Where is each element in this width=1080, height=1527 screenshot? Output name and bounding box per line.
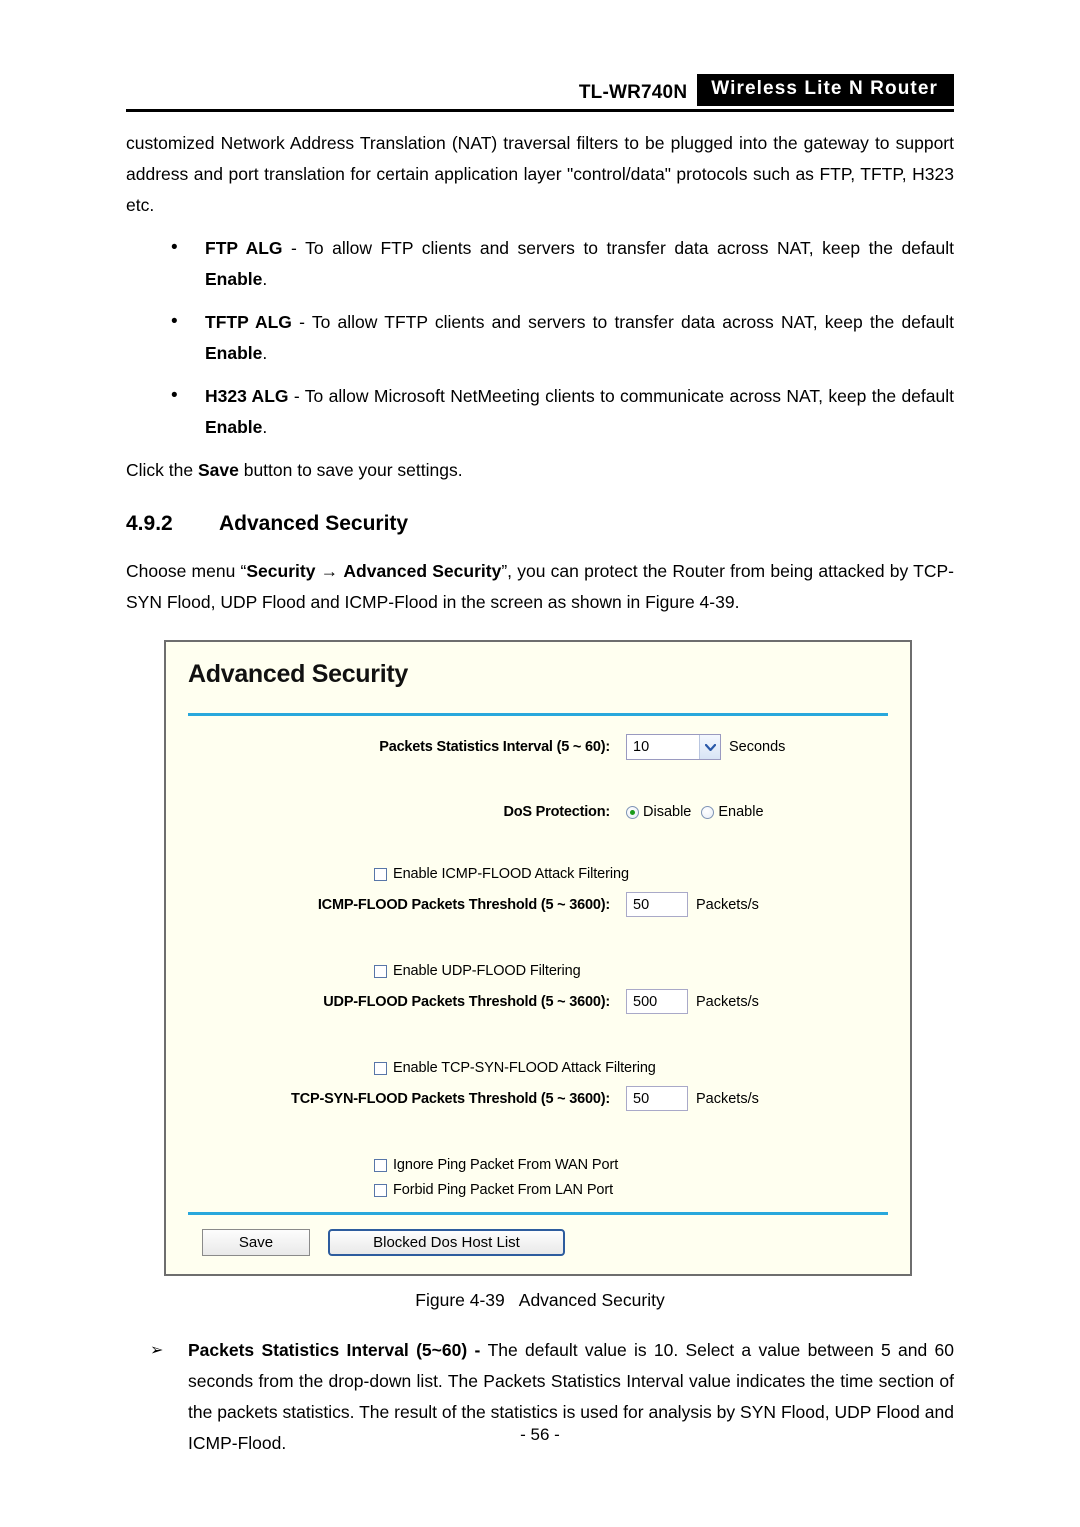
ignore-ping-wan-row[interactable]: Ignore Ping Packet From WAN Port: [166, 1157, 910, 1173]
menu-path-security: Security: [246, 561, 316, 581]
tcp-threshold-input[interactable]: 50: [626, 1086, 688, 1111]
figure-title: Advanced Security: [518, 1290, 665, 1310]
menu-path-advanced-security: Advanced Security: [343, 561, 502, 581]
alg-bullet-list: FTP ALG - To allow FTP clients and serve…: [126, 232, 954, 443]
click-save-before: Click the: [126, 460, 198, 480]
udp-flood-checkbox-row[interactable]: Enable UDP-FLOOD Filtering: [166, 963, 910, 979]
udp-flood-checkbox-label: Enable UDP-FLOOD Filtering: [393, 963, 581, 979]
dos-protection-row: DoS Protection: Disable Enable: [166, 804, 910, 820]
section-number: 4.9.2: [126, 512, 173, 535]
icmp-threshold-unit: Packets/s: [696, 896, 759, 913]
tcp-threshold-label: TCP-SYN-FLOOD Packets Threshold (5 ~ 360…: [291, 1090, 610, 1107]
page-footer: - 56 -: [0, 1425, 1080, 1445]
udp-threshold-label: UDP-FLOOD Packets Threshold (5 ~ 3600):: [323, 993, 610, 1010]
udp-threshold-unit: Packets/s: [696, 993, 759, 1010]
forbid-ping-lan-label: Forbid Ping Packet From LAN Port: [393, 1182, 614, 1198]
page-number: - 56 -: [520, 1425, 560, 1444]
intro-paragraph: customized Network Address Translation (…: [126, 133, 954, 215]
click-save-after: button to save your settings.: [238, 460, 463, 480]
forbid-ping-lan-row[interactable]: Forbid Ping Packet From LAN Port: [166, 1182, 910, 1198]
panel-title: Advanced Security: [188, 660, 408, 688]
dos-enable-label: Enable: [718, 804, 764, 820]
bullet-term: H323 ALG: [205, 386, 289, 406]
header-rule: [126, 109, 954, 112]
figure-number: Figure 4-39: [415, 1290, 505, 1310]
bullet-emphasis: Enable: [205, 343, 263, 363]
bullet-text: To allow FTP clients and servers to tran…: [305, 238, 954, 258]
save-button[interactable]: Save: [202, 1229, 310, 1256]
bullet-emphasis: Enable: [205, 269, 263, 289]
figure-caption: Figure 4-39 Advanced Security: [126, 1290, 954, 1311]
bullet-emphasis: Enable: [205, 417, 263, 437]
list-item: FTP ALG - To allow FTP clients and serve…: [126, 232, 954, 295]
click-save-paragraph: Click the Save button to save your setti…: [126, 455, 954, 486]
tcp-threshold-unit: Packets/s: [696, 1090, 759, 1107]
param-dash: -: [467, 1340, 488, 1360]
bullet-text-end: .: [262, 269, 268, 289]
packets-statistics-interval-row: Packets Statistics Interval (5 ~ 60): 10…: [166, 734, 910, 760]
choose-menu-prefix: Choose menu “: [126, 561, 247, 581]
page-header: TL-WR740N Wireless Lite N Router: [126, 74, 954, 112]
panel-divider-top: [188, 713, 888, 716]
param-term: Packets Statistics Interval (5~60): [188, 1340, 468, 1360]
bullet-term: FTP ALG: [205, 238, 283, 258]
bullet-text-end: .: [262, 343, 268, 363]
icmp-flood-checkbox-row[interactable]: Enable ICMP-FLOOD Attack Filtering: [166, 866, 910, 882]
forbid-ping-lan-checkbox[interactable]: [374, 1183, 387, 1197]
dos-protection-radio-group: Disable Enable: [626, 804, 774, 820]
icmp-flood-checkbox-label: Enable ICMP-FLOOD Attack Filtering: [393, 866, 629, 882]
dos-enable-radio[interactable]: Enable: [701, 804, 764, 820]
icmp-threshold-input[interactable]: 50: [626, 892, 688, 917]
router-model-name: TL-WR740N: [578, 82, 688, 103]
udp-flood-checkbox[interactable]: [374, 964, 387, 978]
udp-threshold-row: UDP-FLOOD Packets Threshold (5 ~ 3600): …: [166, 989, 910, 1014]
chevron-down-icon[interactable]: [699, 735, 720, 759]
bullet-term: TFTP ALG: [205, 312, 292, 332]
click-save-bold: Save: [197, 460, 239, 480]
dos-disable-radio[interactable]: Disable: [626, 804, 691, 820]
bullet-text: To allow TFTP clients and servers to tra…: [311, 312, 954, 332]
panel-button-row: Save Blocked Dos Host List: [166, 1215, 910, 1274]
tcp-threshold-row: TCP-SYN-FLOOD Packets Threshold (5 ~ 360…: [166, 1086, 910, 1111]
blocked-dos-host-list-button[interactable]: Blocked Dos Host List: [328, 1229, 565, 1256]
udp-threshold-input[interactable]: 500: [626, 989, 688, 1014]
advanced-security-panel: Advanced Security Packets Statistics Int…: [164, 640, 912, 1276]
list-item: TFTP ALG - To allow TFTP clients and ser…: [126, 306, 954, 369]
dos-protection-label: DoS Protection:: [503, 804, 610, 820]
page-content: customized Network Address Translation (…: [126, 128, 954, 1459]
packets-interval-unit: Seconds: [729, 739, 786, 755]
radio-selected-icon[interactable]: [626, 805, 639, 819]
ignore-ping-wan-checkbox[interactable]: [374, 1158, 387, 1172]
packets-interval-select[interactable]: 10: [626, 734, 721, 760]
bullet-dash: -: [291, 312, 312, 332]
menu-arrow: →: [315, 561, 344, 581]
tcp-syn-flood-checkbox[interactable]: [374, 1061, 387, 1075]
icmp-flood-checkbox[interactable]: [374, 867, 387, 881]
section-title: Advanced Security: [219, 512, 409, 535]
icmp-threshold-label: ICMP-FLOOD Packets Threshold (5 ~ 3600):: [317, 896, 610, 913]
list-item: H323 ALG - To allow Microsoft NetMeeting…: [126, 380, 954, 443]
header-row: TL-WR740N Wireless Lite N Router: [126, 74, 954, 106]
icmp-threshold-row: ICMP-FLOOD Packets Threshold (5 ~ 3600):…: [166, 892, 910, 917]
bullet-dash: -: [282, 238, 306, 258]
page-title: 4.9.2 Advanced Security: [126, 510, 954, 538]
tcp-syn-flood-checkbox-row[interactable]: Enable TCP-SYN-FLOOD Attack Filtering: [166, 1060, 910, 1076]
bullet-dash: -: [288, 386, 305, 406]
packets-statistics-interval-label: Packets Statistics Interval (5 ~ 60):: [379, 739, 610, 755]
choose-menu-paragraph: Choose menu “Security → Advanced Securit…: [126, 556, 954, 618]
tcp-syn-flood-checkbox-label: Enable TCP-SYN-FLOOD Attack Filtering: [393, 1060, 656, 1076]
dos-disable-label: Disable: [643, 804, 692, 820]
product-name-tag: Wireless Lite N Router: [697, 74, 954, 106]
bullet-text: To allow Microsoft NetMeeting clients to…: [304, 386, 954, 406]
ignore-ping-wan-label: Ignore Ping Packet From WAN Port: [393, 1157, 619, 1173]
radio-unselected-icon[interactable]: [701, 805, 715, 819]
packets-interval-value: 10: [633, 739, 650, 755]
bullet-text-end: .: [262, 417, 268, 437]
router-ui-screenshot: Advanced Security Packets Statistics Int…: [164, 640, 954, 1276]
